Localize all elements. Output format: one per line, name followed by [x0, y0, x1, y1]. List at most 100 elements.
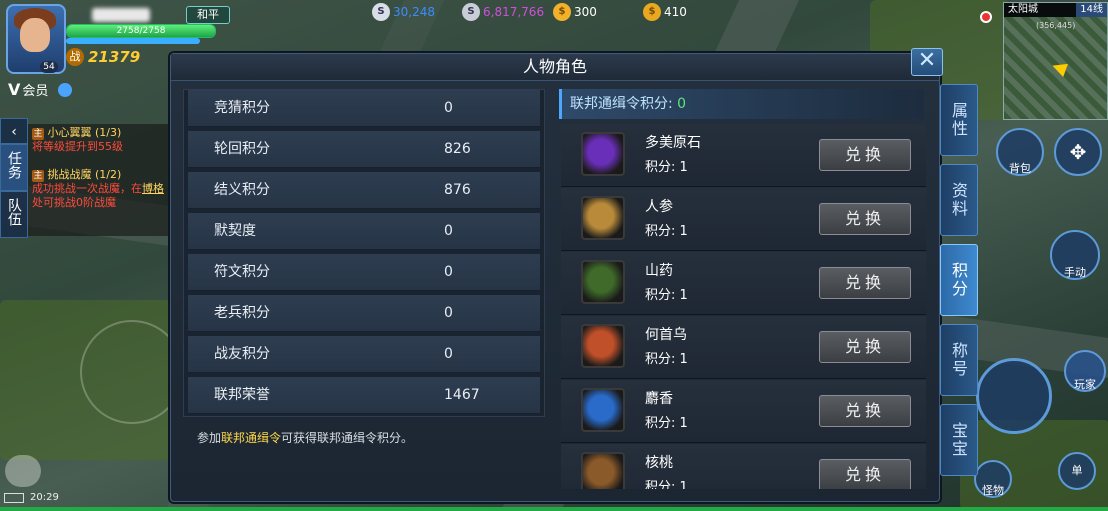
amethyst-stone-icon[interactable] [581, 132, 625, 176]
score-value: 0 [444, 223, 453, 239]
tab-points[interactable]: 积分 [940, 244, 978, 316]
server-line-button[interactable]: 14线 [1076, 3, 1107, 17]
item-points: 积分: 1 [645, 480, 688, 489]
score-row: 联邦荣誉 1467 [188, 377, 540, 414]
score-name: 联邦荣誉 [214, 387, 270, 403]
currency-silver: S 30,248 [372, 3, 435, 21]
score-row: 结义积分 876 [188, 172, 540, 209]
item-name: 人参 [645, 199, 673, 215]
tab-attributes[interactable]: 属性 [940, 84, 978, 156]
item-points: 积分: 1 [645, 352, 688, 367]
close-button[interactable]: ✕ [911, 48, 943, 76]
quest-tabs: ‹ 任务 队伍 [0, 118, 28, 238]
musk-icon[interactable] [581, 388, 625, 432]
walnut-icon[interactable] [581, 452, 625, 489]
tab-pets[interactable]: 宝宝 [940, 404, 978, 476]
mount-icon[interactable] [5, 455, 41, 487]
quest-npc-link[interactable]: 博格 [142, 182, 164, 195]
single-target-button[interactable]: 单 [1058, 452, 1096, 490]
minimap[interactable]: 太阳城 14线 (356,445) [1003, 2, 1108, 120]
attack-button[interactable] [976, 358, 1052, 434]
quest-title: 挑战战魔 (1/2) [47, 168, 122, 181]
bag-label: 背包 [1009, 162, 1031, 175]
quest-title: 小心翼翼 (1/3) [47, 126, 122, 139]
exchange-button[interactable]: 兑换 [819, 459, 911, 489]
score-name: 战友积分 [214, 346, 270, 362]
currency-value: 30,248 [393, 5, 435, 19]
auto-mode-button[interactable]: 手动 [1050, 230, 1100, 280]
vip-label: 会员 [22, 84, 49, 99]
quest-item[interactable]: 主 小心翼翼 (1/3) 将等级提升到55级 [28, 124, 170, 156]
yam-icon[interactable] [581, 260, 625, 304]
quest-item[interactable]: 主 挑战战魔 (1/2) 成功挑战一次战魔，在博格处可挑战0阶战魔 [28, 166, 170, 212]
player-button[interactable]: 玩家 [1064, 350, 1106, 392]
item-name: 何首乌 [645, 327, 687, 343]
exchange-button[interactable]: 兑换 [819, 267, 911, 299]
exchange-item: 何首乌 积分: 1 兑换 [561, 316, 926, 379]
collapse-arrow-icon[interactable]: ‹ [0, 118, 28, 144]
quest-desc: 将等级提升到55级 [32, 140, 123, 153]
movement-joystick[interactable] [80, 320, 184, 424]
exchange-button[interactable]: 兑换 [819, 203, 911, 235]
score-name: 默契度 [214, 223, 256, 239]
hp-bar: 2758/2758 [66, 24, 216, 38]
score-list: 竞猜积分 0 轮回积分 826 结义积分 876 默契度 0 符文积分 0 老兵… [183, 89, 545, 417]
combat-power-value: 21379 [88, 48, 141, 66]
potion-icon[interactable] [58, 82, 73, 97]
tab-profile[interactable]: 资料 [940, 164, 978, 236]
dpad-icon[interactable]: ✥ [1054, 128, 1102, 176]
exchange-button[interactable]: 兑换 [819, 395, 911, 427]
currency-bound-gold: $ 410 [643, 3, 687, 21]
hp-text: 2758/2758 [116, 26, 166, 36]
exchange-button[interactable]: 兑换 [819, 139, 911, 171]
silver-coin-icon: S [372, 3, 390, 21]
fleeceflower-root-icon[interactable] [581, 324, 625, 368]
currency-value: 410 [664, 5, 687, 19]
vip-member[interactable]: V 会员 [8, 80, 73, 99]
tab-team[interactable]: 队伍 [0, 191, 28, 238]
currency-gold: $ 300 [553, 3, 597, 21]
main-quest-badge: 主 [32, 170, 44, 182]
item-points: 积分: 1 [645, 288, 688, 303]
tab-task[interactable]: 任务 [0, 144, 28, 191]
monster-label: 怪物 [982, 484, 1004, 497]
auto-mode-label: 手动 [1064, 266, 1086, 279]
score-value: 0 [444, 346, 453, 362]
exchange-header-label: 联邦通缉令积分: [570, 96, 673, 112]
currency-value: 300 [574, 5, 597, 19]
battery-icon [4, 492, 24, 503]
single-target-label: 单 [1071, 464, 1083, 477]
item-points: 积分: 1 [645, 416, 688, 431]
exchange-header-points: 0 [677, 96, 687, 112]
score-name: 结义积分 [214, 182, 270, 198]
quest-desc: 成功挑战一次战魔，在 [32, 182, 142, 195]
player-label: 玩家 [1074, 378, 1096, 391]
device-status: 20:29 [4, 492, 59, 503]
quest-desc-tail: 处可挑战0阶战魔 [32, 196, 116, 209]
score-value: 876 [444, 182, 471, 198]
quest-tracker: 主 小心翼翼 (1/3) 将等级提升到55级 主 挑战战魔 (1/2) 成功挑战… [28, 124, 170, 236]
score-row: 轮回积分 826 [188, 131, 540, 168]
gold-icon: $ [553, 3, 571, 21]
hint-link[interactable]: 联邦通缉令 [221, 431, 281, 445]
bag-button[interactable]: 背包 [996, 128, 1044, 176]
character-panel: 人物角色 ✕ 竞猜积分 0 轮回积分 826 结义积分 876 默契度 0 符文… [170, 48, 943, 502]
ginseng-icon[interactable] [581, 196, 625, 240]
exchange-header: 联邦通缉令积分: 0 [559, 89, 924, 119]
item-name: 多美原石 [645, 135, 701, 151]
score-name: 符文积分 [214, 264, 270, 280]
tab-titles[interactable]: 称号 [940, 324, 978, 396]
score-row: 符文积分 0 [188, 254, 540, 291]
pk-mode-button[interactable]: 和平 [186, 6, 230, 24]
item-name: 麝香 [645, 391, 673, 407]
record-indicator-icon[interactable] [980, 11, 992, 23]
item-name: 核桃 [645, 455, 673, 471]
score-name: 老兵积分 [214, 305, 270, 321]
exchange-button[interactable]: 兑换 [819, 331, 911, 363]
player-level-badge: 54 [40, 61, 58, 73]
score-name: 轮回积分 [214, 141, 270, 157]
combat-power-icon: 战 [66, 48, 84, 66]
monster-button[interactable]: 怪物 [974, 460, 1012, 498]
exchange-item: 多美原石 积分: 1 兑换 [561, 124, 926, 187]
score-name: 竞猜积分 [214, 100, 270, 116]
